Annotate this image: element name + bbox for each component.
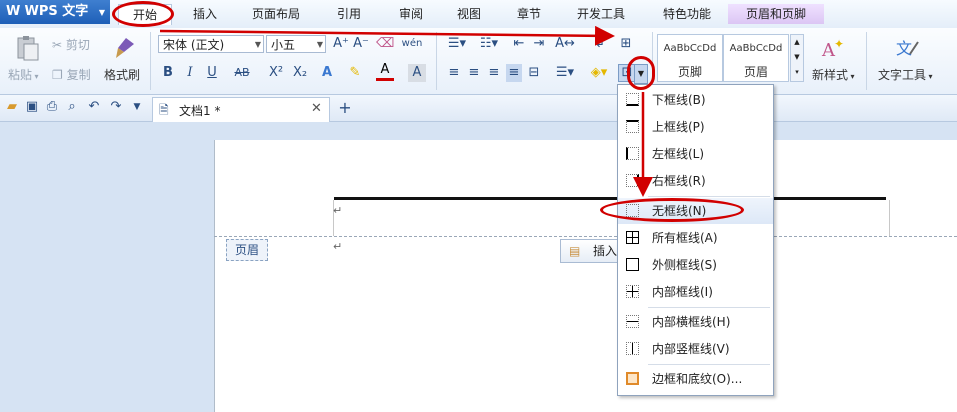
- annotation-arrow: [159, 25, 615, 46]
- annotation-overlay: [159, 25, 653, 197]
- annotation-circle: [112, 1, 174, 27]
- annotation-circle: [600, 198, 744, 222]
- annotation-circle: [627, 56, 655, 90]
